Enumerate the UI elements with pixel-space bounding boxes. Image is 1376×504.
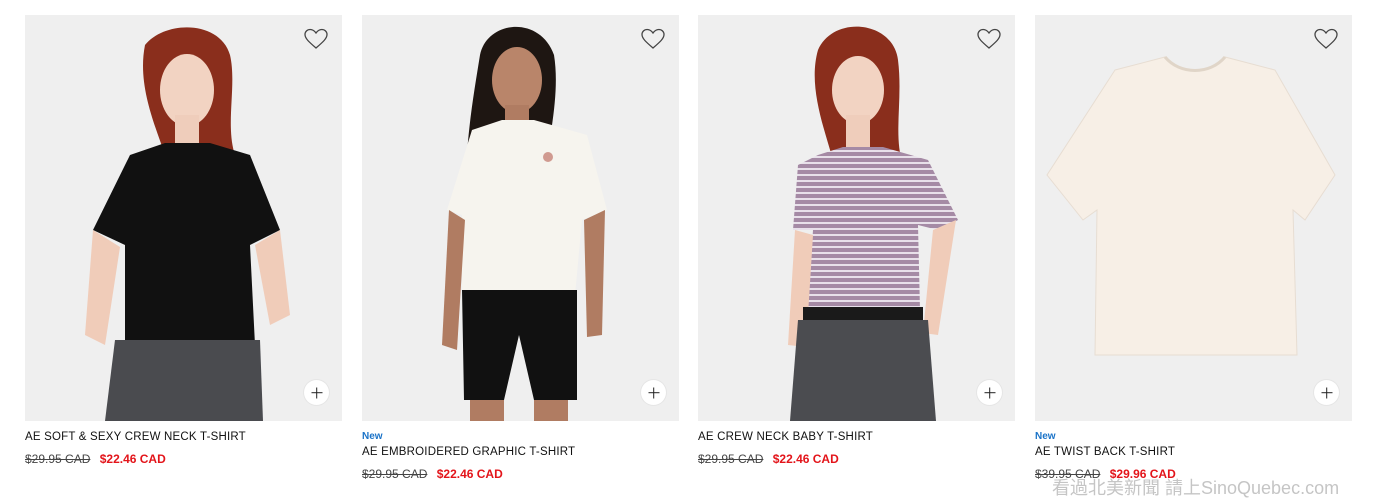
product-prices: $39.95 CAD $29.96 CAD — [1035, 467, 1352, 481]
sale-price: $22.46 CAD — [772, 452, 839, 466]
product-prices: $29.95 CAD $22.46 CAD — [25, 452, 342, 466]
sale-price: $22.46 CAD — [436, 467, 503, 481]
product-name[interactable]: AE CREW NECK BABY T-SHIRT — [698, 430, 1015, 444]
product-image[interactable] — [698, 15, 1015, 421]
quick-add-plus-icon[interactable] — [977, 380, 1002, 405]
original-price: $29.95 CAD — [362, 467, 428, 481]
product-name[interactable]: AE EMBROIDERED GRAPHIC T-SHIRT — [362, 445, 679, 459]
wishlist-heart-icon[interactable] — [977, 28, 1001, 50]
product-image[interactable] — [25, 15, 342, 421]
product-info: New AE TWIST BACK T-SHIRT $39.95 CAD $29… — [1035, 421, 1352, 481]
original-price: $29.95 CAD — [25, 452, 91, 466]
flat-lay-cream-tshirt-image — [1035, 15, 1352, 421]
quick-add-plus-icon[interactable] — [304, 380, 329, 405]
product-info: AE CREW NECK BABY T-SHIRT $29.95 CAD $22… — [698, 421, 1015, 466]
product-card[interactable]: AE SOFT & SEXY CREW NECK T-SHIRT $29.95 … — [25, 15, 342, 466]
model-striped-tshirt-image — [698, 15, 1015, 421]
product-image[interactable] — [362, 15, 679, 421]
new-badge: New — [362, 431, 383, 442]
product-name[interactable]: AE SOFT & SEXY CREW NECK T-SHIRT — [25, 430, 342, 444]
product-card[interactable]: New AE EMBROIDERED GRAPHIC T-SHIRT $29.9… — [362, 15, 679, 481]
model-white-tshirt-image — [362, 15, 679, 421]
product-prices: $29.95 CAD $22.46 CAD — [698, 452, 1015, 466]
sale-price: $29.96 CAD — [1109, 467, 1176, 481]
quick-add-plus-icon[interactable] — [1314, 380, 1339, 405]
product-card[interactable]: AE CREW NECK BABY T-SHIRT $29.95 CAD $22… — [698, 15, 1015, 466]
product-name[interactable]: AE TWIST BACK T-SHIRT — [1035, 445, 1352, 459]
product-info: AE SOFT & SEXY CREW NECK T-SHIRT $29.95 … — [25, 421, 342, 466]
original-price: $29.95 CAD — [698, 452, 764, 466]
original-price: $39.95 CAD — [1035, 467, 1101, 481]
product-card[interactable]: New AE TWIST BACK T-SHIRT $39.95 CAD $29… — [1035, 15, 1352, 481]
product-prices: $29.95 CAD $22.46 CAD — [362, 467, 679, 481]
model-black-tshirt-image — [25, 15, 342, 421]
wishlist-heart-icon[interactable] — [641, 28, 665, 50]
product-image[interactable] — [1035, 15, 1352, 421]
wishlist-heart-icon[interactable] — [1314, 28, 1338, 50]
wishlist-heart-icon[interactable] — [304, 28, 328, 50]
new-badge: New — [1035, 431, 1056, 442]
sale-price: $22.46 CAD — [99, 452, 166, 466]
product-info: New AE EMBROIDERED GRAPHIC T-SHIRT $29.9… — [362, 421, 679, 481]
quick-add-plus-icon[interactable] — [641, 380, 666, 405]
product-grid: AE SOFT & SEXY CREW NECK T-SHIRT $29.95 … — [0, 0, 1376, 504]
